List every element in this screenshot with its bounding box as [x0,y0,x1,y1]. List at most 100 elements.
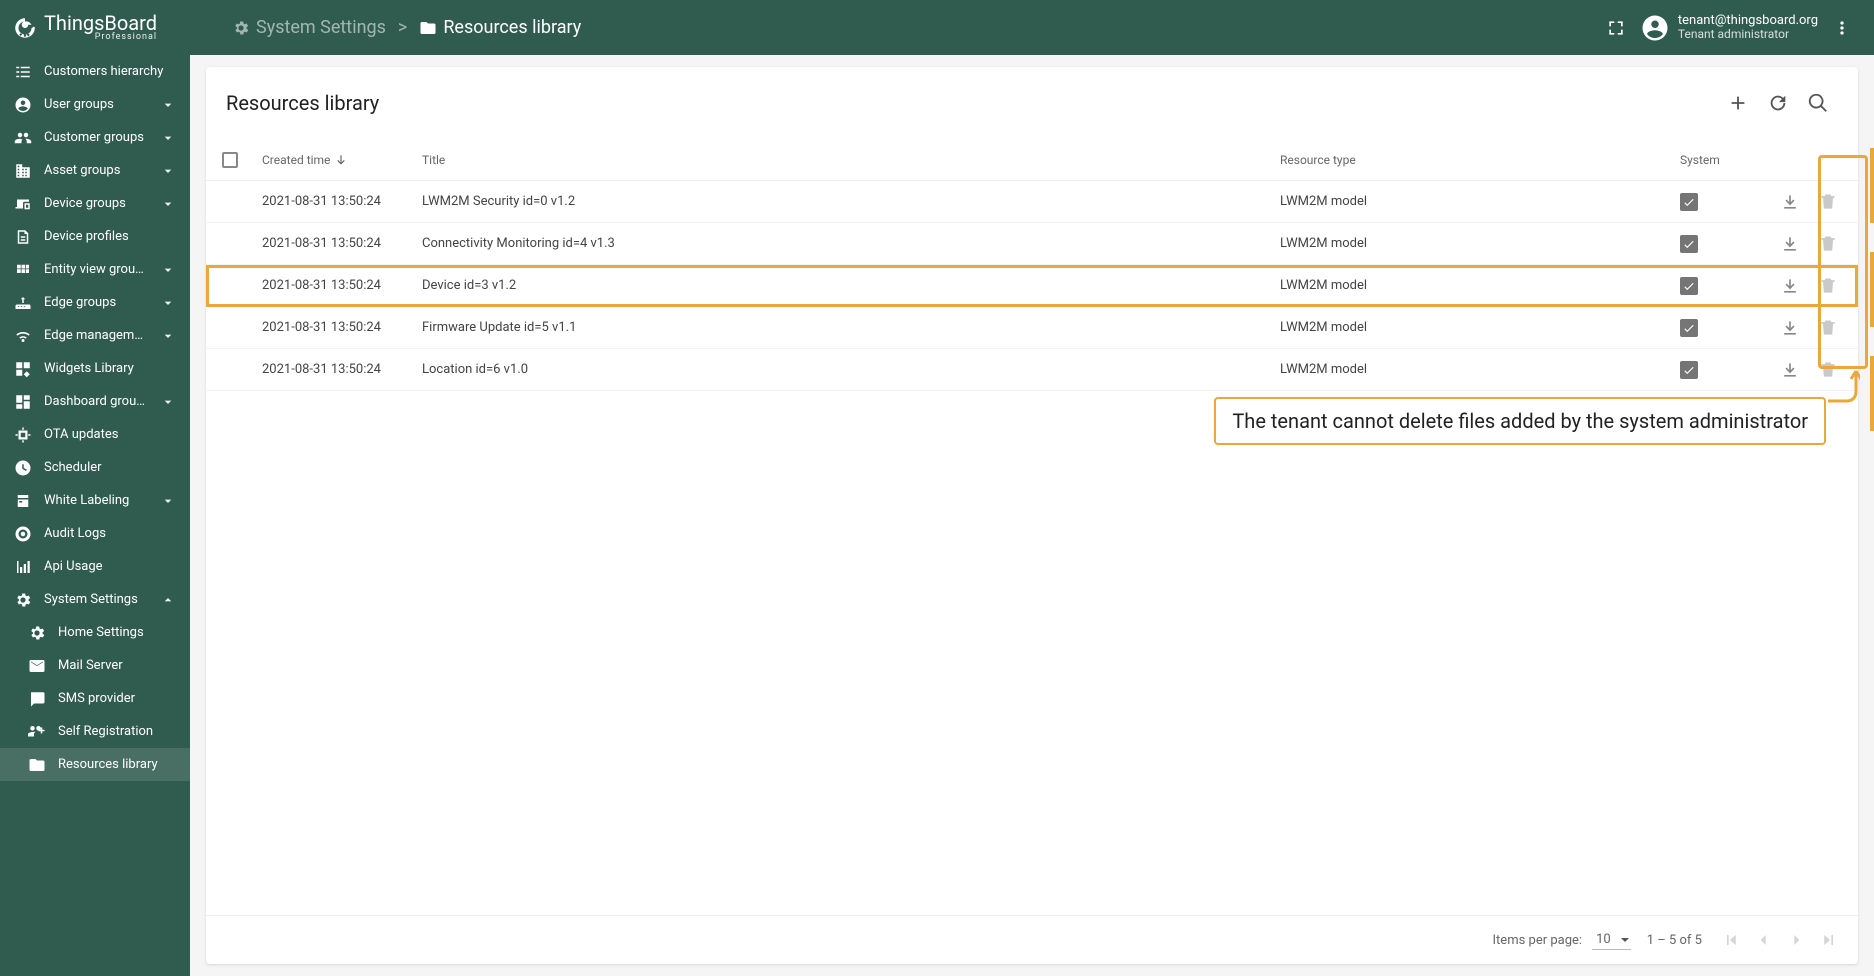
download-button[interactable] [1776,230,1804,258]
user-role: Tenant administrator [1678,28,1818,41]
col-title[interactable]: Title [422,153,1280,167]
delete-button[interactable] [1814,230,1842,258]
col-system[interactable]: System [1680,153,1762,167]
annotation-text: The tenant cannot delete files added by … [1214,397,1826,445]
download-button[interactable] [1776,314,1804,342]
page-size-select[interactable]: 10 [1592,930,1631,950]
sidebar-item-ota-updates[interactable]: OTA updates [0,418,190,451]
table-row[interactable]: 2021-08-31 13:50:24 Location id=6 v1.0 L… [206,349,1858,391]
breadcrumb-current[interactable]: Resources library [419,17,581,38]
add-button[interactable] [1718,83,1758,123]
select-all-checkbox[interactable] [222,152,238,168]
wifi-icon [14,327,32,345]
sidebar-item-label: Audit Logs [44,526,176,541]
sidebar-item-system-settings[interactable]: System Settings [0,583,190,616]
sidebar-item-user-groups[interactable]: User groups [0,88,190,121]
download-icon [1780,360,1800,380]
sidebar-item-edge-groups[interactable]: Edge groups [0,286,190,319]
fullscreen-button[interactable] [1596,8,1636,48]
sidebar-item-asset-groups[interactable]: Asset groups [0,154,190,187]
first-page-button[interactable] [1718,926,1746,954]
chevron-down-icon [160,163,176,179]
trash-icon [1818,234,1838,254]
pagination: Items per page: 10 1 – 5 of 5 [206,915,1858,964]
col-type[interactable]: Resource type [1280,153,1680,167]
sidebar-item-device-profiles[interactable]: Device profiles [0,220,190,253]
row-title: Device id=3 v1.2 [422,278,1280,293]
breadcrumb: System Settings > Resources library [232,17,581,38]
sidebar-item-label: Device groups [44,196,148,211]
table-row[interactable]: 2021-08-31 13:50:24 Firmware Update id=5… [206,307,1858,349]
sidebar-item-resources-library[interactable]: Resources library [0,748,190,781]
sidebar-item-dashboard-groups[interactable]: Dashboard groups [0,385,190,418]
account-icon [1640,13,1670,43]
prev-page-button[interactable] [1750,926,1778,954]
sidebar-item-self-registration[interactable]: Self Registration [0,715,190,748]
resources-card: Resources library Created time Title Res… [206,67,1858,964]
last-page-button[interactable] [1814,926,1842,954]
sidebar-item-label: Customers hierarchy [44,64,176,79]
logo[interactable]: ThingsBoard Professional [12,13,202,42]
sidebar-item-label: Device profiles [44,229,176,244]
table-header: Created time Title Resource type System [206,139,1858,181]
settings-icon [28,624,46,642]
download-button[interactable] [1776,272,1804,300]
system-checkbox [1680,361,1698,379]
sidebar-item-label: Widgets Library [44,361,176,376]
col-created[interactable]: Created time [262,153,422,167]
sidebar-item-customer-groups[interactable]: Customer groups [0,121,190,154]
sidebar-item-api-usage[interactable]: Api Usage [0,550,190,583]
row-created: 2021-08-31 13:50:24 [262,278,422,293]
user-menu[interactable]: tenant@thingsboard.org Tenant administra… [1640,13,1818,43]
sidebar-item-customers-hierarchy[interactable]: Customers hierarchy [0,55,190,88]
download-button[interactable] [1776,356,1804,384]
trash-icon [1818,318,1838,338]
download-icon [1780,318,1800,338]
sidebar-item-white-labeling[interactable]: White Labeling [0,484,190,517]
sidebar-item-home-settings[interactable]: Home Settings [0,616,190,649]
table-row[interactable]: 2021-08-31 13:50:24 Device id=3 v1.2 LWM… [206,265,1858,307]
sidebar-item-mail-server[interactable]: Mail Server [0,649,190,682]
breadcrumb-parent[interactable]: System Settings [232,17,386,38]
settings-icon [14,591,32,609]
download-icon [1780,234,1800,254]
viewmodule-icon [14,261,32,279]
more-icon [1832,18,1852,38]
memory-icon [14,426,32,444]
brand-edition: Professional [44,33,157,42]
chart-icon [14,558,32,576]
sidebar-item-entity-view-groups[interactable]: Entity view groups [0,253,190,286]
check-icon [1682,321,1696,335]
next-page-button[interactable] [1782,926,1810,954]
delete-button[interactable] [1814,314,1842,342]
sidebar-item-edge-management[interactable]: Edge management [0,319,190,352]
download-button[interactable] [1776,188,1804,216]
delete-button[interactable] [1814,272,1842,300]
delete-button[interactable] [1814,188,1842,216]
table-row[interactable]: 2021-08-31 13:50:24 Connectivity Monitor… [206,223,1858,265]
sidebar-item-scheduler[interactable]: Scheduler [0,451,190,484]
row-created: 2021-08-31 13:50:24 [262,194,422,209]
groupadd-icon [28,723,46,741]
chevron-down-icon [160,295,176,311]
check-icon [1682,195,1696,209]
account-icon [14,96,32,114]
sidebar-item-widgets-library[interactable]: Widgets Library [0,352,190,385]
sidebar-item-audit-logs[interactable]: Audit Logs [0,517,190,550]
sidebar-item-label: Resources library [58,757,176,772]
sort-desc-icon [334,153,348,167]
sidebar-item-device-groups[interactable]: Device groups [0,187,190,220]
dashboard-icon [14,393,32,411]
row-title: LWM2M Security id=0 v1.2 [422,194,1280,209]
sidebar-item-label: OTA updates [44,427,176,442]
more-button[interactable] [1822,8,1862,48]
search-button[interactable] [1798,83,1838,123]
first-page-icon [1722,930,1742,950]
sidebar-item-label: White Labeling [44,493,148,508]
sidebar: Customers hierarchy User groupsCustomer g… [0,55,190,976]
mail-icon [28,657,46,675]
refresh-button[interactable] [1758,83,1798,123]
table-row[interactable]: 2021-08-31 13:50:24 LWM2M Security id=0 … [206,181,1858,223]
sidebar-item-sms-provider[interactable]: SMS provider [0,682,190,715]
topbar: ThingsBoard Professional System Settings… [0,0,1874,55]
